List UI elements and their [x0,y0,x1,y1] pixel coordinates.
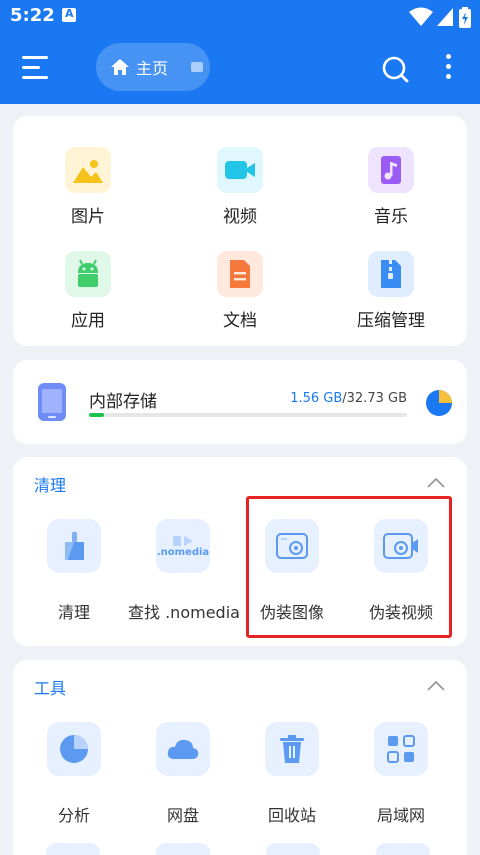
tool-label: 回收站 [267,806,316,825]
video-icon [217,147,263,193]
category-label: 音乐 [374,207,408,227]
category-images[interactable]: 图片 [28,147,148,227]
clean-section-title: 清理 [34,476,67,495]
tool-analysis[interactable]: 分析 [19,722,129,826]
wifi-icon [409,7,433,26]
tool-recycle-bin[interactable]: 回收站 [237,722,347,826]
clean-item-clean[interactable]: 清理 [19,519,129,623]
highlight-box [246,496,452,638]
tool-label: 网盘 [166,806,199,825]
storage-progress-bar [89,413,407,417]
categories-card: 图片 视频 音乐 应用 文档 压缩管理 [13,116,467,346]
storage-pie-icon[interactable] [425,389,453,417]
cloud-icon [156,722,210,776]
notification-icon [62,7,76,22]
category-apps[interactable]: 应用 [28,251,148,331]
internal-storage-card[interactable]: 内部存储 1.56 GB/32.73 GB [13,360,467,444]
lan-icon [374,722,428,776]
cellular-icon [437,8,453,26]
storage-title: 内部存储 [89,392,157,412]
category-label: 图片 [71,207,105,227]
category-label: 文档 [223,311,257,331]
nomedia-icon-text: .nomedia [156,546,210,558]
tool-cloud[interactable]: 网盘 [128,722,238,826]
app-bar: 主页 [0,32,480,104]
trash-icon [265,722,319,776]
top-bar: 5:22 主页 [0,0,480,104]
tool-icon-peek [266,843,320,855]
category-label: 视频 [223,207,257,227]
category-music[interactable]: 音乐 [331,147,451,227]
category-video[interactable]: 视频 [180,147,300,227]
tools-section: 工具 分析 网盘 回收站 局域网 [13,660,467,855]
status-bar: 5:22 [0,0,480,32]
tools-section-title: 工具 [34,679,67,698]
document-icon [217,251,263,297]
broom-icon [47,519,101,573]
android-icon [65,251,111,297]
chevron-up-icon[interactable] [427,477,445,488]
category-label: 应用 [71,311,105,331]
tool-label: 局域网 [376,806,425,825]
storage-used: 1.56 GB [290,391,343,406]
tool-icon-peek [156,843,210,855]
category-archives[interactable]: 压缩管理 [331,251,451,331]
archive-icon [368,251,414,297]
storage-chip-icon [191,62,203,72]
image-icon [65,147,111,193]
tool-lan[interactable]: 局域网 [346,722,456,826]
category-documents[interactable]: 文档 [180,251,300,331]
battery-icon [459,7,471,28]
category-label: 压缩管理 [357,311,425,331]
phone-icon [38,383,66,421]
chevron-up-icon[interactable] [427,680,445,691]
storage-progress-fill [89,413,105,417]
music-icon [368,147,414,193]
nomedia-icon: .nomedia [156,519,210,573]
tool-icon-peek [46,843,100,855]
clean-item-nomedia[interactable]: .nomedia 查找 .nomedia [128,519,240,623]
tool-label: 分析 [57,806,90,825]
more-options-button[interactable] [438,54,458,84]
storage-total: 32.73 GB [346,391,407,406]
storage-size: 1.56 GB/32.73 GB [290,391,407,406]
breadcrumb-label: 主页 [136,59,169,78]
home-icon [111,59,129,75]
clean-item-label: 查找 .nomedia [128,603,240,622]
clean-item-label: 清理 [57,603,90,622]
tool-icon-peek [376,843,430,855]
analysis-pie-icon [47,722,101,776]
status-time: 5:22 [10,5,55,26]
search-icon[interactable] [380,54,410,84]
menu-button[interactable] [22,56,50,80]
